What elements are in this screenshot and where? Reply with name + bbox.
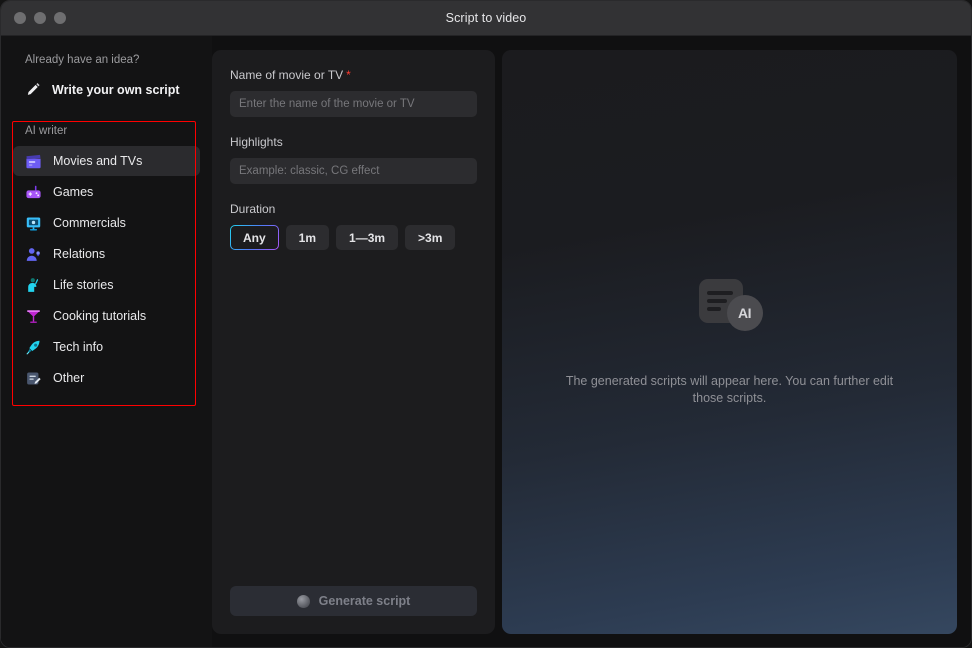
ai-document-icon: AI — [697, 277, 763, 333]
title-bar: Script to video — [1, 1, 971, 36]
document-line — [706, 291, 733, 295]
sidebar-item-label: Cooking tutorials — [53, 309, 147, 323]
gamepad-icon — [26, 185, 41, 198]
write-own-script-item[interactable]: Write your own script — [9, 74, 204, 105]
name-field-label: Name of movie or TV * — [230, 68, 477, 82]
document-line — [706, 299, 727, 303]
duration-chip-over-3m[interactable]: >3m — [405, 225, 456, 250]
pencil-icon — [27, 83, 40, 95]
duration-chip-1m[interactable]: 1m — [285, 225, 330, 250]
ai-writer-group: AI writer Movies and TVs Games Commercia… — [9, 121, 204, 406]
preview-panel-wrapper: AI The generated scripts will appear her… — [502, 36, 971, 647]
cocktail-icon — [27, 309, 40, 323]
sidebar-item-label: Movies and TVs — [53, 154, 143, 168]
idea-caption: Already have an idea? — [25, 54, 140, 66]
clapperboard-icon — [26, 154, 41, 168]
name-label-text: Name of movie or TV — [230, 68, 344, 82]
sidebar-item-label: Commercials — [53, 216, 126, 230]
preview-empty-message: The generated scripts will appear here. … — [565, 374, 894, 405]
window-title: Script to video — [445, 11, 527, 25]
window-body: Already have an idea? Write your own scr… — [1, 36, 971, 647]
sidebar-item-relations[interactable]: Relations — [13, 239, 200, 269]
sidebar-item-label: Other — [53, 371, 85, 385]
script-form-panel: Name of movie or TV* Highlights Duration… — [212, 50, 495, 634]
sidebar-item-label: Tech info — [53, 340, 104, 354]
orb-icon — [296, 594, 310, 608]
highlights-input[interactable] — [230, 158, 477, 184]
sidebar: Already have an idea? Write your own scr… — [1, 36, 212, 647]
close-button[interactable] — [14, 12, 26, 24]
sidebar-item-label: Relations — [53, 247, 106, 261]
note-edit-icon — [27, 371, 41, 385]
sidebar-item-other[interactable]: Other — [13, 363, 200, 393]
figure-icon — [28, 277, 39, 292]
sidebar-item-label: Life stories — [53, 278, 114, 292]
sidebar-item-commercials[interactable]: Commercials — [13, 208, 200, 238]
monitor-icon — [26, 216, 41, 230]
duration-chip-group: Any 1m 1—3m >3m — [230, 225, 477, 250]
form-panel-wrapper: Name of movie or TV* Highlights Duration… — [212, 36, 502, 647]
maximize-button[interactable] — [54, 12, 66, 24]
generate-script-button[interactable]: Generate script — [230, 586, 477, 616]
duration-chip-1-3m[interactable]: 1—3m — [336, 225, 399, 250]
required-asterisk: * — [346, 68, 351, 82]
duration-chip-any[interactable]: Any — [230, 225, 279, 250]
ai-badge-text: AI — [738, 305, 752, 321]
sidebar-item-tech-info[interactable]: Tech info — [13, 332, 200, 362]
app-window: Script to video Already have an idea? Wr… — [0, 0, 972, 648]
duration-field-label: Duration — [230, 202, 276, 216]
write-own-script-label: Write your own script — [52, 82, 180, 97]
script-preview-panel: AI The generated scripts will appear her… — [502, 50, 957, 634]
generate-script-label: Generate script — [318, 594, 411, 608]
highlights-field-label: Highlights — [230, 135, 283, 149]
sidebar-item-label: Games — [53, 185, 94, 199]
sidebar-item-cooking-tutorials[interactable]: Cooking tutorials — [13, 301, 200, 331]
sidebar-item-life-stories[interactable]: Life stories — [13, 270, 200, 300]
traffic-light-controls[interactable] — [14, 12, 66, 24]
rocket-icon — [26, 340, 40, 354]
movie-name-input[interactable] — [230, 91, 477, 117]
minimize-button[interactable] — [34, 12, 46, 24]
sidebar-item-games[interactable]: Games — [13, 177, 200, 207]
ai-badge: AI — [726, 295, 763, 331]
sidebar-item-movies-and-tvs[interactable]: Movies and TVs — [13, 146, 200, 176]
document-line — [706, 307, 721, 311]
person-icon — [26, 247, 40, 261]
ai-writer-caption: AI writer — [25, 125, 68, 137]
